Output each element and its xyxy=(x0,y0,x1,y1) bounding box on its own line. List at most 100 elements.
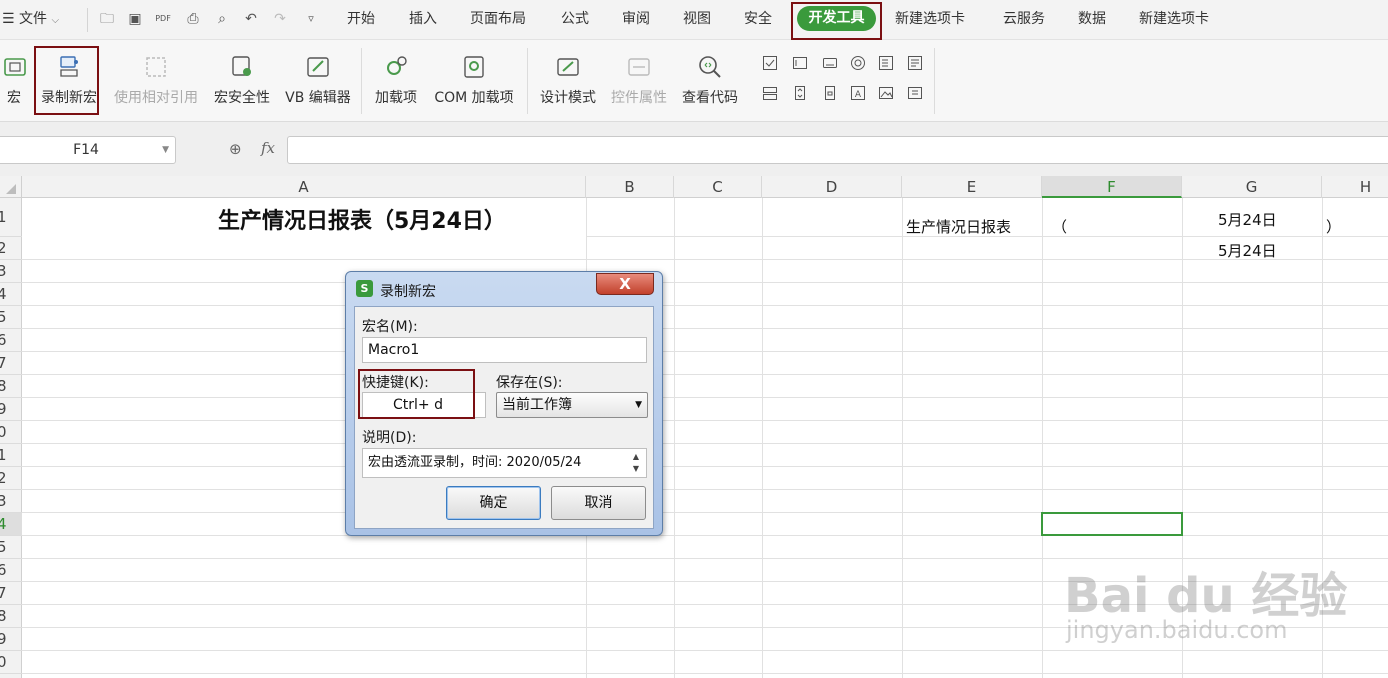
addins-button[interactable]: 加载项 xyxy=(370,40,422,120)
fx-icon[interactable]: fx xyxy=(261,139,275,157)
chevron-down-icon[interactable]: ▼ xyxy=(162,137,169,163)
tab-security[interactable]: 安全 xyxy=(744,0,772,38)
column-header-d[interactable]: D xyxy=(762,176,902,198)
select-all-corner[interactable] xyxy=(0,176,22,198)
row-header[interactable]: 7 xyxy=(0,582,22,605)
tab-data[interactable]: 数据 xyxy=(1078,0,1106,38)
combobox-control-icon[interactable] xyxy=(907,55,923,71)
view-code-button[interactable]: 查看代码 xyxy=(678,40,742,120)
tab-review[interactable]: 审阅 xyxy=(622,0,650,38)
toggle-control-icon[interactable] xyxy=(762,85,778,101)
more-icon[interactable]: ▿ xyxy=(303,11,319,27)
save-icon[interactable]: ▣ xyxy=(127,11,143,27)
column-header-b[interactable]: B xyxy=(586,176,674,198)
row-header[interactable]: 4 xyxy=(0,513,22,536)
print-preview-icon[interactable]: ⌕ xyxy=(214,11,230,27)
pdf-icon[interactable]: PDF xyxy=(155,11,171,27)
addins-label: 加载项 xyxy=(375,90,417,106)
column-header-e[interactable]: E xyxy=(902,176,1042,198)
cell-f1[interactable]: （ xyxy=(1052,216,1067,237)
selected-cell-f14[interactable] xyxy=(1041,512,1183,536)
grid-line xyxy=(22,489,1388,490)
formula-input[interactable] xyxy=(287,136,1388,164)
row-header[interactable]: 6 xyxy=(0,329,22,352)
tab-insert[interactable]: 插入 xyxy=(409,0,437,38)
com-addins-button[interactable]: COM 加载项 xyxy=(428,40,520,120)
redo-icon[interactable]: ↷ xyxy=(272,11,288,27)
cell-e1[interactable]: 生产情况日报表 xyxy=(906,216,1011,237)
row-header[interactable]: 9 xyxy=(0,398,22,421)
tab-new-tab-2[interactable]: 新建选项卡 xyxy=(1139,0,1209,38)
row-header[interactable]: 6 xyxy=(0,559,22,582)
chevron-down-icon: ⌵ xyxy=(51,15,60,26)
other-controls-icon[interactable] xyxy=(907,85,923,101)
row-header[interactable]: 9 xyxy=(0,628,22,651)
cancel-button[interactable]: 取消 xyxy=(551,486,646,520)
print-icon[interactable]: ⎙ xyxy=(185,11,201,27)
tab-home[interactable]: 开始 xyxy=(347,0,375,38)
column-header-c[interactable]: C xyxy=(674,176,762,198)
listbox-control-icon[interactable] xyxy=(878,55,894,71)
row-header[interactable]: 5 xyxy=(0,306,22,329)
macro-button[interactable]: 宏 xyxy=(0,40,28,120)
row-header[interactable]: 8 xyxy=(0,375,22,398)
open-icon[interactable]: 🗀 xyxy=(99,11,115,27)
tab-formulas[interactable]: 公式 xyxy=(561,0,589,38)
row-header[interactable]: 2 xyxy=(0,467,22,490)
description-input[interactable]: 宏由透流亚录制，时间: 2020/05/24 ▲ ▼ xyxy=(362,448,647,478)
dialog-title: 录制新宏 xyxy=(380,284,436,300)
cell-a1[interactable]: 生产情况日报表（5月24日） xyxy=(218,203,506,235)
textbox-control-icon[interactable] xyxy=(792,55,808,71)
row-header[interactable]: 0 xyxy=(0,651,22,674)
row-header[interactable]: 3 xyxy=(0,490,22,513)
label-control-icon[interactable]: A xyxy=(850,85,866,101)
row-header[interactable]: 1 xyxy=(0,444,22,467)
tab-new-tab[interactable]: 新建选项卡 xyxy=(895,0,965,38)
radio-control-icon[interactable] xyxy=(850,55,866,71)
control-props-label: 控件属性 xyxy=(611,90,667,106)
svg-text:A: A xyxy=(855,90,862,100)
relative-ref-button[interactable]: 使用相对引用 xyxy=(108,40,204,120)
row-header[interactable]: 5 xyxy=(0,536,22,559)
grid-line xyxy=(22,443,1388,444)
grid-line xyxy=(22,305,1388,306)
ok-button[interactable]: 确定 xyxy=(446,486,541,520)
file-menu[interactable]: ☰ 文件 ⌵ xyxy=(2,0,59,38)
undo-icon[interactable]: ↶ xyxy=(243,11,259,27)
row-header[interactable]: 8 xyxy=(0,605,22,628)
row-header[interactable]: 0 xyxy=(0,421,22,444)
cell-g2[interactable]: 5月24日 xyxy=(1218,240,1277,261)
column-header-h[interactable]: H xyxy=(1322,176,1388,198)
tab-page-layout[interactable]: 页面布局 xyxy=(470,0,526,38)
cell-g1[interactable]: 5月24日 xyxy=(1218,209,1277,230)
row-header[interactable]: 7 xyxy=(0,352,22,375)
view-code-label: 查看代码 xyxy=(682,90,738,106)
vb-editor-button[interactable]: VB 编辑器 xyxy=(280,40,356,120)
macro-security-button[interactable]: 宏安全性 xyxy=(208,40,276,120)
tab-cloud[interactable]: 云服务 xyxy=(1003,0,1045,38)
row-header[interactable]: 4 xyxy=(0,283,22,306)
checkbox-control-icon[interactable] xyxy=(762,55,778,71)
macro-name-input[interactable]: Macro1 xyxy=(362,337,647,363)
spin-arrows-icon[interactable]: ▲ ▼ xyxy=(629,451,643,475)
relative-ref-icon xyxy=(146,57,166,77)
tab-view[interactable]: 视图 xyxy=(683,0,711,38)
save-in-select[interactable]: 当前工作簿 ▼ xyxy=(496,392,648,418)
spin-control-icon[interactable] xyxy=(792,85,808,101)
zoom-icon[interactable]: ⊕ xyxy=(229,140,242,158)
button-control-icon[interactable] xyxy=(822,55,838,71)
design-mode-button[interactable]: 设计模式 xyxy=(536,40,600,120)
control-props-button[interactable]: 控件属性 xyxy=(606,40,672,120)
column-header-f[interactable]: F xyxy=(1042,176,1182,198)
cell-h1[interactable]: ） xyxy=(1326,216,1341,237)
column-header-a[interactable]: A xyxy=(22,176,586,198)
scrollbar-control-icon[interactable] xyxy=(822,85,838,101)
name-box[interactable]: F14 ▼ xyxy=(0,136,176,164)
row-header[interactable]: 3 xyxy=(0,260,22,283)
image-control-icon[interactable] xyxy=(878,85,894,101)
chevron-down-icon: ▼ xyxy=(635,400,642,410)
close-button[interactable]: X xyxy=(596,273,654,295)
row-header[interactable]: 1 xyxy=(0,198,22,237)
row-header[interactable]: 2 xyxy=(0,237,22,260)
column-header-g[interactable]: G xyxy=(1182,176,1322,198)
